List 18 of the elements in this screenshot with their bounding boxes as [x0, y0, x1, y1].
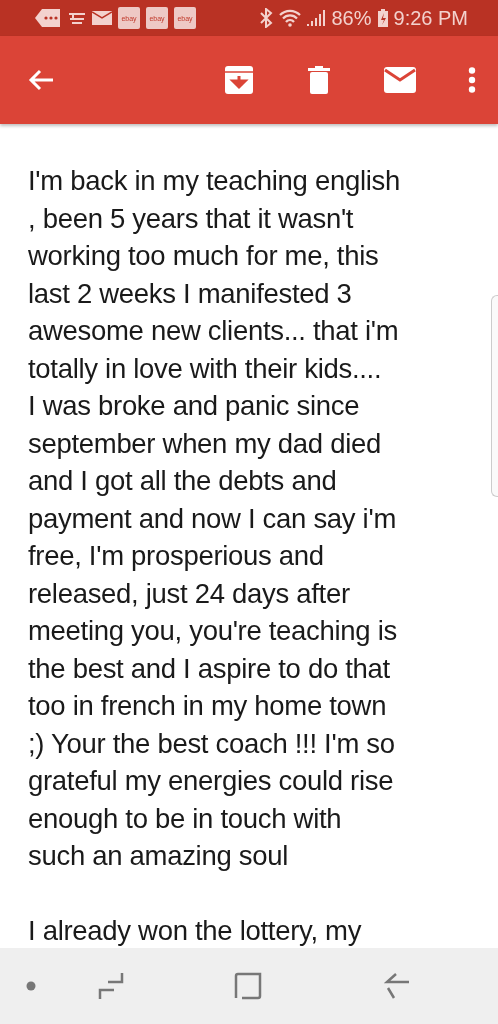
back-icon[interactable]	[384, 973, 410, 999]
recent-apps-icon[interactable]	[98, 972, 124, 1000]
mail-icon	[92, 11, 112, 25]
delete-icon[interactable]	[308, 66, 330, 94]
home-icon[interactable]	[234, 972, 262, 1000]
signal-icon	[307, 9, 326, 27]
battery-level: 86%	[331, 6, 372, 30]
dot-icon[interactable]	[26, 981, 36, 991]
clock: 9:26 PM	[393, 6, 468, 30]
message-icon	[34, 8, 62, 28]
wifi-icon	[279, 9, 302, 27]
battery-icon	[377, 9, 388, 27]
more-icon[interactable]	[468, 67, 476, 93]
bluetooth-icon	[259, 8, 274, 28]
archive-icon[interactable]	[224, 65, 254, 95]
message-paragraph: I already won the lottery, my	[28, 913, 362, 948]
mail-icon[interactable]	[384, 67, 416, 93]
message-paragraph: I'm back in my teaching english , been 5 years that it wasn't working too much for me, this last 2 weeks I manifested 3 awesome new clients... that i'm totally in love with their kids.... I was broke and panic since september when my dad died and I got all the debts and payment and now I can say i'm free, I'm prosperious and released, just 24 days after meeting you, you're teaching is the best and I aspire to do that too in french in my home town ;) Your the best coach !!! I'm so grateful my energies could rise enough to be in touch with such an amazing soul	[28, 164, 400, 873]
